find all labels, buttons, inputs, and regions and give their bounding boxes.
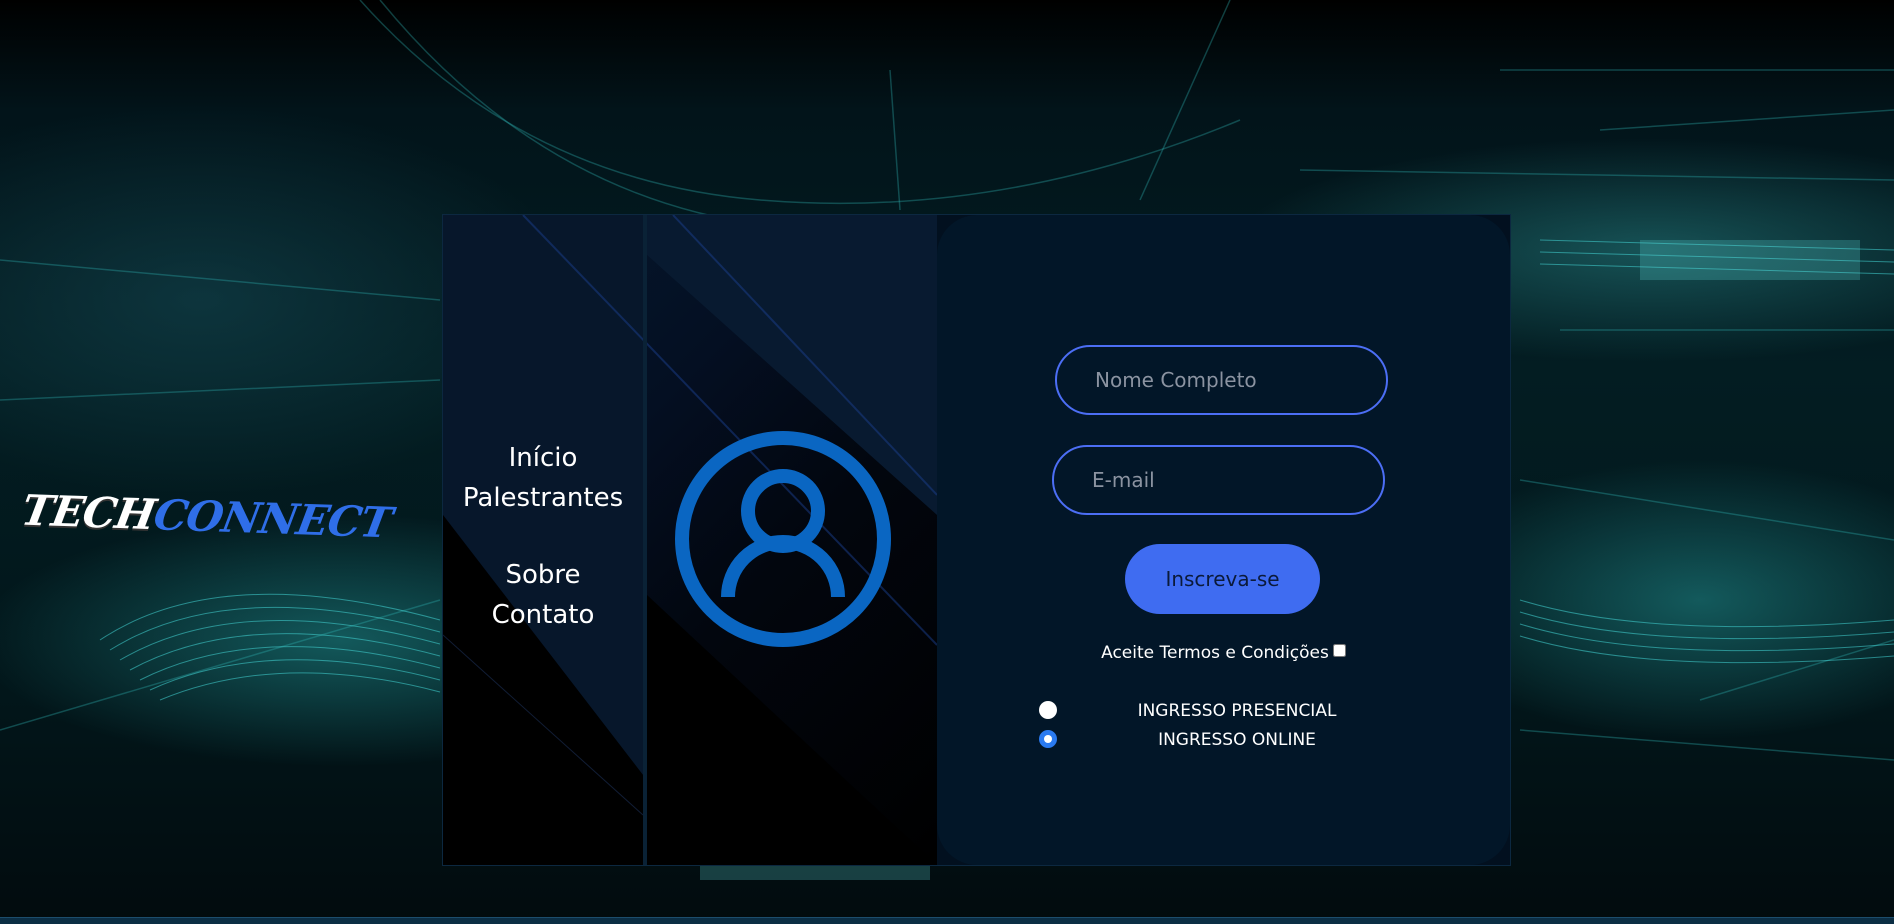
terms-label: Aceite Termos e Condições: [1101, 643, 1329, 663]
logo-connect-text: CONNECT: [150, 490, 396, 548]
nav-item-inicio[interactable]: Início: [443, 443, 643, 473]
ticket-option-online[interactable]: INGRESSO ONLINE: [937, 728, 1510, 752]
left-panel: Início Palestrantes Sobre Contato: [443, 215, 937, 865]
nav-item-palestrantes[interactable]: Palestrantes: [443, 483, 643, 513]
radio-presencial[interactable]: [1039, 701, 1057, 719]
nav-item-contato[interactable]: Contato: [443, 600, 643, 630]
subscribe-button[interactable]: Inscreva-se: [1125, 544, 1320, 614]
main-card: Início Palestrantes Sobre Contato Inscre…: [442, 214, 1511, 866]
terms-row: Aceite Termos e Condições: [937, 643, 1510, 663]
bottom-bar: [0, 917, 1894, 924]
nav-item-sobre[interactable]: Sobre: [443, 560, 643, 590]
logo-tech-text: TECH: [17, 485, 159, 540]
nav-menu: Início Palestrantes Sobre Contato: [443, 215, 647, 865]
ticket-option-presencial[interactable]: INGRESSO PRESENCIAL: [937, 699, 1510, 723]
ticket-label-presencial: INGRESSO PRESENCIAL: [1137, 701, 1337, 721]
user-circle-icon: [673, 429, 893, 649]
signup-form: Inscreva-se Aceite Termos e Condições IN…: [937, 215, 1510, 865]
radio-online[interactable]: [1039, 730, 1057, 748]
email-input[interactable]: [1052, 445, 1385, 515]
name-input[interactable]: [1055, 345, 1388, 415]
terms-checkbox[interactable]: [1332, 644, 1346, 657]
ticket-label-online: INGRESSO ONLINE: [1158, 730, 1316, 750]
